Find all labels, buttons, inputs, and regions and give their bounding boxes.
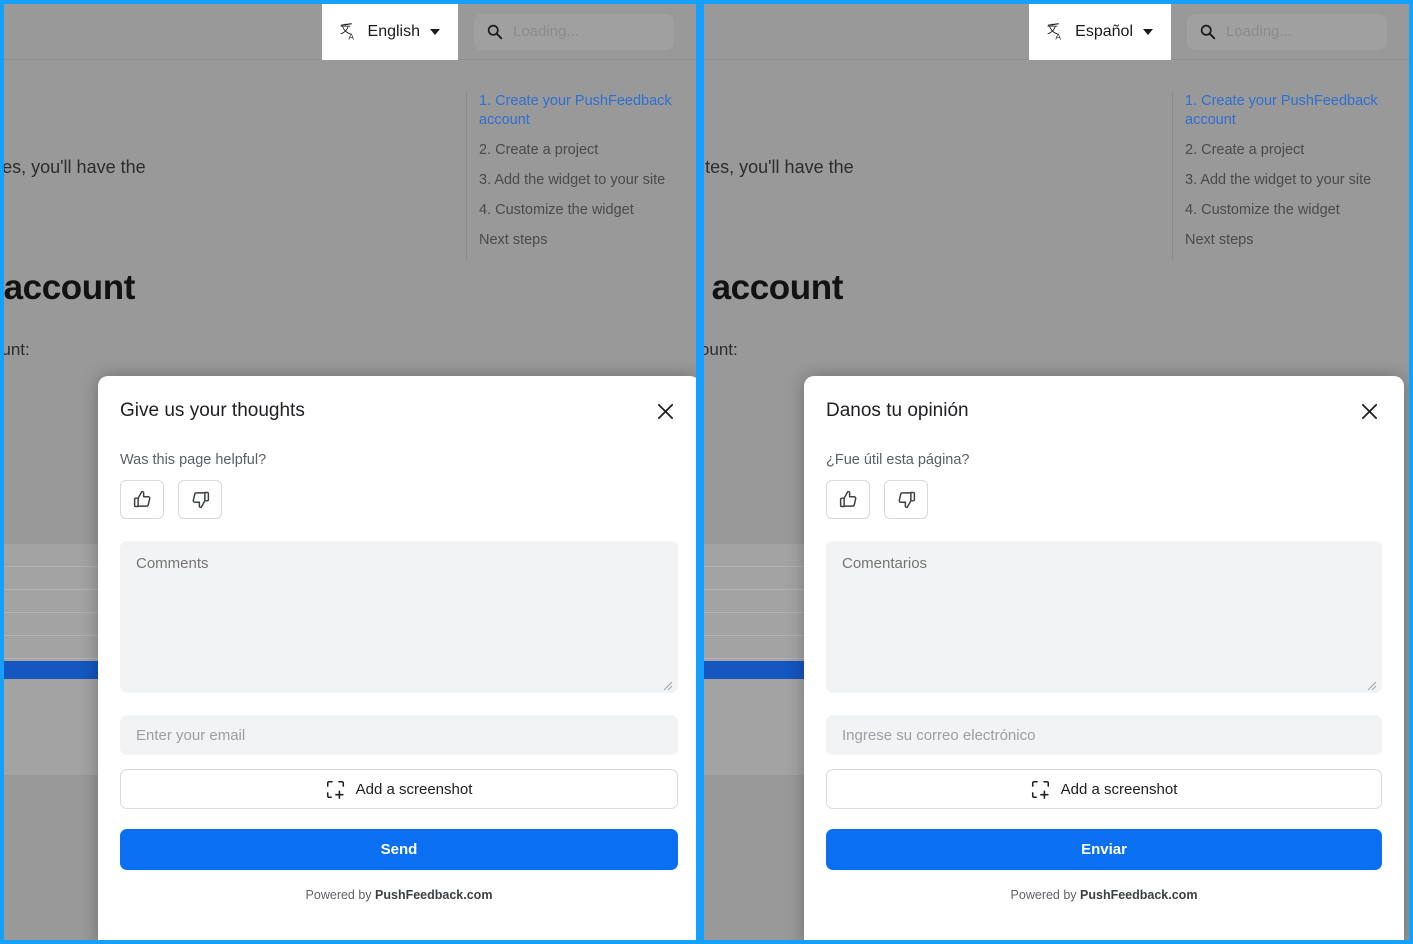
thumbs-up-icon — [132, 489, 153, 510]
site-header: 文 A English Loading... — [4, 4, 696, 60]
search-placeholder: Loading... — [1226, 23, 1292, 40]
feedback-dialog: Danos tu opinión ¿Fue útil esta página? — [804, 376, 1404, 940]
search-icon — [1199, 23, 1216, 40]
add-screenshot-label: Add a screenshot — [355, 780, 473, 798]
comments-wrapper — [120, 541, 678, 715]
close-icon[interactable] — [652, 398, 678, 424]
email-input[interactable] — [120, 715, 678, 755]
language-selector-button[interactable]: 文 A English — [321, 4, 458, 60]
powered-by-prefix: Powered by — [1010, 888, 1081, 902]
powered-by-footer: Powered by PushFeedback.com — [826, 888, 1382, 924]
thumbs-down-button[interactable] — [178, 480, 222, 519]
thumbs-up-icon — [838, 489, 859, 510]
doc-heading: Feedback account — [4, 268, 135, 307]
toc-item-2[interactable]: 2. Create a project — [479, 141, 696, 160]
doc-intro-paragraph: tation! In a few minutes, you'll have th… — [704, 154, 1014, 206]
send-button[interactable]: Send — [120, 829, 678, 870]
screenshot-crop-icon — [1031, 780, 1050, 799]
search-box[interactable]: Loading... — [1187, 13, 1387, 50]
powered-by-brand: PushFeedback.com — [375, 888, 493, 902]
panel-spanish: 文 A Español Loading... 1. Create your Pu… — [700, 0, 1413, 944]
add-screenshot-button[interactable]: Add a screenshot — [826, 769, 1382, 809]
feedback-title: Give us your thoughts — [120, 400, 305, 421]
thumbs-up-button[interactable] — [120, 480, 164, 519]
translate-icon: 文 A — [1047, 21, 1067, 42]
feedback-title: Danos tu opinión — [826, 400, 969, 421]
doc-intro-line1: tation! In a few minutes, you'll have th… — [4, 157, 146, 177]
language-label: English — [367, 22, 420, 40]
chevron-down-icon — [1143, 28, 1153, 35]
powered-by-prefix: Powered by — [305, 888, 376, 902]
toc-item-3[interactable]: 3. Add the widget to your site — [479, 171, 696, 190]
doc-subparagraph: y setting up your account: — [4, 340, 30, 359]
thumbs-down-icon — [190, 489, 211, 510]
translate-icon: 文 A — [340, 21, 360, 42]
feedback-header: Danos tu opinión — [826, 398, 1382, 424]
comments-input[interactable] — [120, 541, 678, 693]
toc-item-4[interactable]: 4. Customize the widget — [479, 201, 696, 220]
language-label: Español — [1075, 22, 1133, 40]
doc-intro-line1: tation! In a few minutes, you'll have th… — [704, 157, 854, 177]
send-button[interactable]: Enviar — [826, 829, 1382, 870]
close-icon[interactable] — [1356, 398, 1382, 424]
site-header: 文 A Español Loading... — [704, 4, 1409, 60]
thumbs-down-icon — [896, 489, 917, 510]
add-screenshot-button[interactable]: Add a screenshot — [120, 769, 678, 809]
thumbs-up-button[interactable] — [826, 480, 870, 519]
thumbs-down-button[interactable] — [884, 480, 928, 519]
search-placeholder: Loading... — [513, 23, 579, 40]
feedback-header: Give us your thoughts — [120, 398, 678, 424]
feedback-question: ¿Fue útil esta página? — [826, 452, 970, 468]
toc-item-1[interactable]: 1. Create your PushFeedback account — [1185, 92, 1402, 130]
comments-wrapper — [826, 541, 1382, 715]
powered-by-footer: Powered by PushFeedback.com — [120, 888, 678, 924]
table-of-contents: 1. Create your PushFeedback account 2. C… — [466, 92, 696, 261]
powered-by-brand: PushFeedback.com — [1080, 888, 1198, 902]
toc-item-next-steps[interactable]: Next steps — [479, 231, 696, 250]
toc-item-3[interactable]: 3. Add the widget to your site — [1185, 171, 1402, 190]
panel-english: 文 A English Loading... 1. Create your Pu… — [0, 0, 700, 944]
feedback-dialog: Give us your thoughts Was this page help… — [98, 376, 696, 940]
svg-text:A: A — [1056, 31, 1062, 41]
table-of-contents: 1. Create your PushFeedback account 2. C… — [1172, 92, 1402, 261]
toc-item-1[interactable]: 1. Create your PushFeedback account — [479, 92, 696, 130]
toc-item-next-steps[interactable]: Next steps — [1185, 231, 1402, 250]
doc-intro-paragraph: tation! In a few minutes, you'll have th… — [4, 154, 306, 206]
language-selector-button[interactable]: 文 A Español — [1029, 4, 1171, 60]
toc-item-4[interactable]: 4. Customize the widget — [1185, 201, 1402, 220]
screenshot-crop-icon — [326, 780, 345, 799]
svg-text:A: A — [348, 31, 354, 41]
feedback-rating-group — [826, 480, 1382, 519]
comments-input[interactable] — [826, 541, 1382, 693]
add-screenshot-label: Add a screenshot — [1060, 780, 1178, 798]
dual-panel-comparison: 文 A English Loading... 1. Create your Pu… — [0, 0, 1413, 944]
doc-heading: Feedback account — [704, 268, 843, 307]
email-input[interactable] — [826, 715, 1382, 755]
feedback-question: Was this page helpful? — [120, 452, 267, 468]
search-icon — [486, 23, 503, 40]
toc-item-2[interactable]: 2. Create a project — [1185, 141, 1402, 160]
search-box[interactable]: Loading... — [474, 13, 674, 50]
feedback-rating-group — [120, 480, 678, 519]
chevron-down-icon — [430, 28, 440, 35]
doc-subparagraph: y setting up your account: — [704, 340, 738, 359]
